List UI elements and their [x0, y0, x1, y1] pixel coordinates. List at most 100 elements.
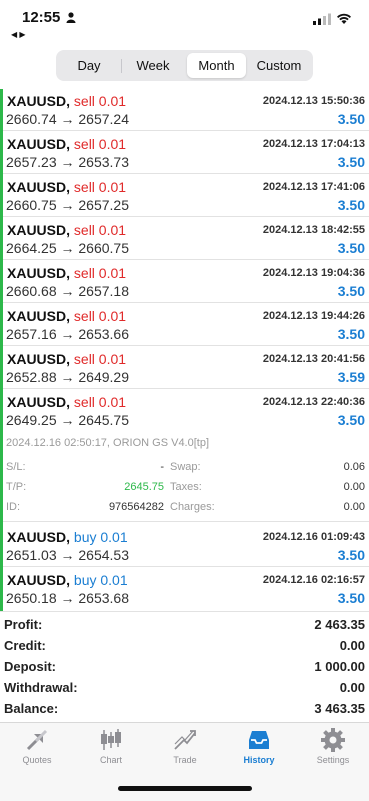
account-summary: Profit: 2 463.35 Credit: 0.00 Deposit: 1…: [0, 611, 369, 720]
back-to-app-indicator[interactable]: ◀ ▶: [11, 30, 26, 39]
person-icon: [66, 12, 76, 23]
sl-label: S/L:: [6, 461, 26, 473]
trade-profit: 3.50: [337, 197, 365, 213]
trade-side: sell 0.01: [73, 179, 127, 195]
id-value: 976564282: [108, 501, 164, 513]
trade-profit: 3.50: [337, 590, 365, 606]
trade-symbol: XAUUSD,: [7, 572, 71, 588]
taxes-label: Taxes:: [170, 481, 202, 493]
trade-date: 2024.12.16 02:16:57: [262, 574, 365, 586]
summary-value: 0.00: [339, 638, 365, 653]
trade-side: sell 0.01: [73, 265, 127, 281]
trade-detail-panel: 2024.12.16 02:50:17, ORION GS V4.0[tp] S…: [3, 437, 369, 521]
trade-side: buy 0.01: [73, 572, 128, 588]
segment-divider: [121, 59, 122, 73]
trade-row-expanded[interactable]: XAUUSD, sell 0.01 2649.25 → 2645.75 2024…: [3, 390, 369, 432]
trade-date: 2024.12.13 17:41:06: [262, 181, 365, 193]
trade-row[interactable]: XAUUSD, sell 0.01 2652.88 → 2649.29 2024…: [3, 347, 369, 389]
tab-trade[interactable]: Trade: [148, 727, 222, 771]
summary-row-withdrawal: Withdrawal: 0.00: [4, 678, 365, 699]
tab-settings[interactable]: Settings: [296, 727, 369, 771]
summary-value: 2 463.35: [314, 617, 365, 632]
trade-icon: [174, 730, 196, 750]
trade-profit: 3.59: [337, 369, 365, 385]
trade-row[interactable]: XAUUSD, sell 0.01 2660.75 → 2657.25 2024…: [3, 175, 369, 217]
tab-custom[interactable]: Custom: [248, 53, 310, 78]
trade-symbol: XAUUSD,: [7, 179, 71, 195]
trade-detail-header: 2024.12.16 02:50:17, ORION GS V4.0[tp]: [6, 437, 210, 449]
trade-date: 2024.12.13 18:42:55: [262, 224, 365, 236]
summary-row-balance: Balance: 3 463.35: [4, 699, 365, 720]
tab-month[interactable]: Month: [187, 53, 246, 78]
trade-profit: 3.50: [337, 412, 365, 428]
trade-row[interactable]: XAUUSD, buy 0.01 2650.18 → 2653.68 2024.…: [3, 568, 369, 610]
tab-day[interactable]: Day: [59, 53, 119, 78]
trade-profit: 3.50: [337, 154, 365, 170]
tab-label: Quotes: [22, 755, 52, 765]
trade-side: sell 0.01: [73, 93, 127, 109]
trade-prices: 2660.75 → 2657.25: [6, 197, 129, 213]
summary-label: Profit:: [4, 617, 43, 632]
trade-side: sell 0.01: [73, 351, 127, 367]
history-icon: [249, 731, 269, 749]
trade-row[interactable]: XAUUSD, buy 0.01 2651.03 → 2654.53 2024.…: [3, 525, 369, 567]
home-indicator[interactable]: [118, 786, 252, 791]
tab-label: Chart: [99, 755, 122, 765]
trade-side: sell 0.01: [73, 308, 127, 324]
summary-row-deposit: Deposit: 1 000.00: [4, 657, 365, 678]
trade-row[interactable]: XAUUSD, sell 0.01 2664.25 → 2660.75 2024…: [3, 218, 369, 260]
trade-side: sell 0.01: [73, 394, 127, 410]
id-label: ID:: [6, 501, 21, 513]
tp-label: T/P:: [6, 481, 27, 493]
swap-label: Swap:: [170, 461, 201, 473]
summary-row-profit: Profit: 2 463.35: [4, 615, 365, 636]
chart-icon: [101, 729, 121, 750]
trade-symbol: XAUUSD,: [7, 351, 71, 367]
status-bar: 12:55 ◀ ▶: [0, 0, 369, 44]
trade-prices: 2660.68 → 2657.18: [6, 283, 129, 299]
summary-label: Deposit:: [4, 659, 56, 674]
trade-row[interactable]: XAUUSD, sell 0.01 2660.68 → 2657.18 2024…: [3, 261, 369, 303]
summary-value: 3 463.35: [314, 701, 365, 716]
trade-prices: 2651.03 → 2654.53: [6, 547, 129, 563]
trade-profit: 3.50: [337, 547, 365, 563]
summary-value: 1 000.00: [314, 659, 365, 674]
trade-prices: 2649.25 → 2645.75: [6, 412, 129, 428]
trade-row[interactable]: XAUUSD, sell 0.01 2657.23 → 2653.73 2024…: [3, 132, 369, 174]
tab-week[interactable]: Week: [123, 53, 183, 78]
trade-profit: 3.50: [337, 283, 365, 299]
summary-label: Credit:: [4, 638, 46, 653]
tab-label: History: [243, 755, 275, 765]
sl-value: -: [160, 461, 164, 473]
trade-prices: 2657.23 → 2653.73: [6, 154, 129, 170]
trade-symbol: XAUUSD,: [7, 93, 71, 109]
trade-side: sell 0.01: [73, 222, 127, 238]
summary-label: Balance:: [4, 701, 59, 716]
trade-date: 2024.12.13 17:04:13: [262, 138, 365, 150]
period-segmented-control: Day Week Month Custom: [56, 50, 313, 81]
charges-label: Charges:: [170, 501, 215, 513]
tab-chart[interactable]: Chart: [74, 727, 148, 771]
section-divider: [3, 521, 369, 522]
trade-prices: 2657.16 → 2653.66: [6, 326, 129, 342]
tab-history[interactable]: History: [222, 727, 296, 771]
trade-profit: 3.50: [337, 111, 365, 127]
trade-profit: 3.50: [337, 326, 365, 342]
trade-date: 2024.12.13 22:40:36: [262, 396, 365, 408]
trade-history-list: XAUUSD, sell 0.01 2660.74 → 2657.24 2024…: [0, 89, 369, 611]
wifi-icon: [337, 13, 351, 24]
tab-label: Settings: [316, 755, 350, 765]
trade-symbol: XAUUSD,: [7, 394, 71, 410]
trade-symbol: XAUUSD,: [7, 265, 71, 281]
cellular-signal-icon: [313, 13, 331, 25]
trade-row[interactable]: XAUUSD, sell 0.01 2657.16 → 2653.66 2024…: [3, 304, 369, 346]
trade-date: 2024.12.13 15:50:36: [262, 95, 365, 107]
settings-icon: [321, 728, 345, 752]
trade-date: 2024.12.13 20:41:56: [262, 353, 365, 365]
trade-prices: 2660.74 → 2657.24: [6, 111, 129, 127]
taxes-value: 0.00: [343, 481, 365, 493]
tab-quotes[interactable]: Quotes: [0, 727, 74, 771]
trade-prices: 2652.88 → 2649.29: [6, 369, 129, 385]
trade-date: 2024.12.13 19:44:26: [262, 310, 365, 322]
trade-row[interactable]: XAUUSD, sell 0.01 2660.74 → 2657.24 2024…: [3, 89, 369, 131]
